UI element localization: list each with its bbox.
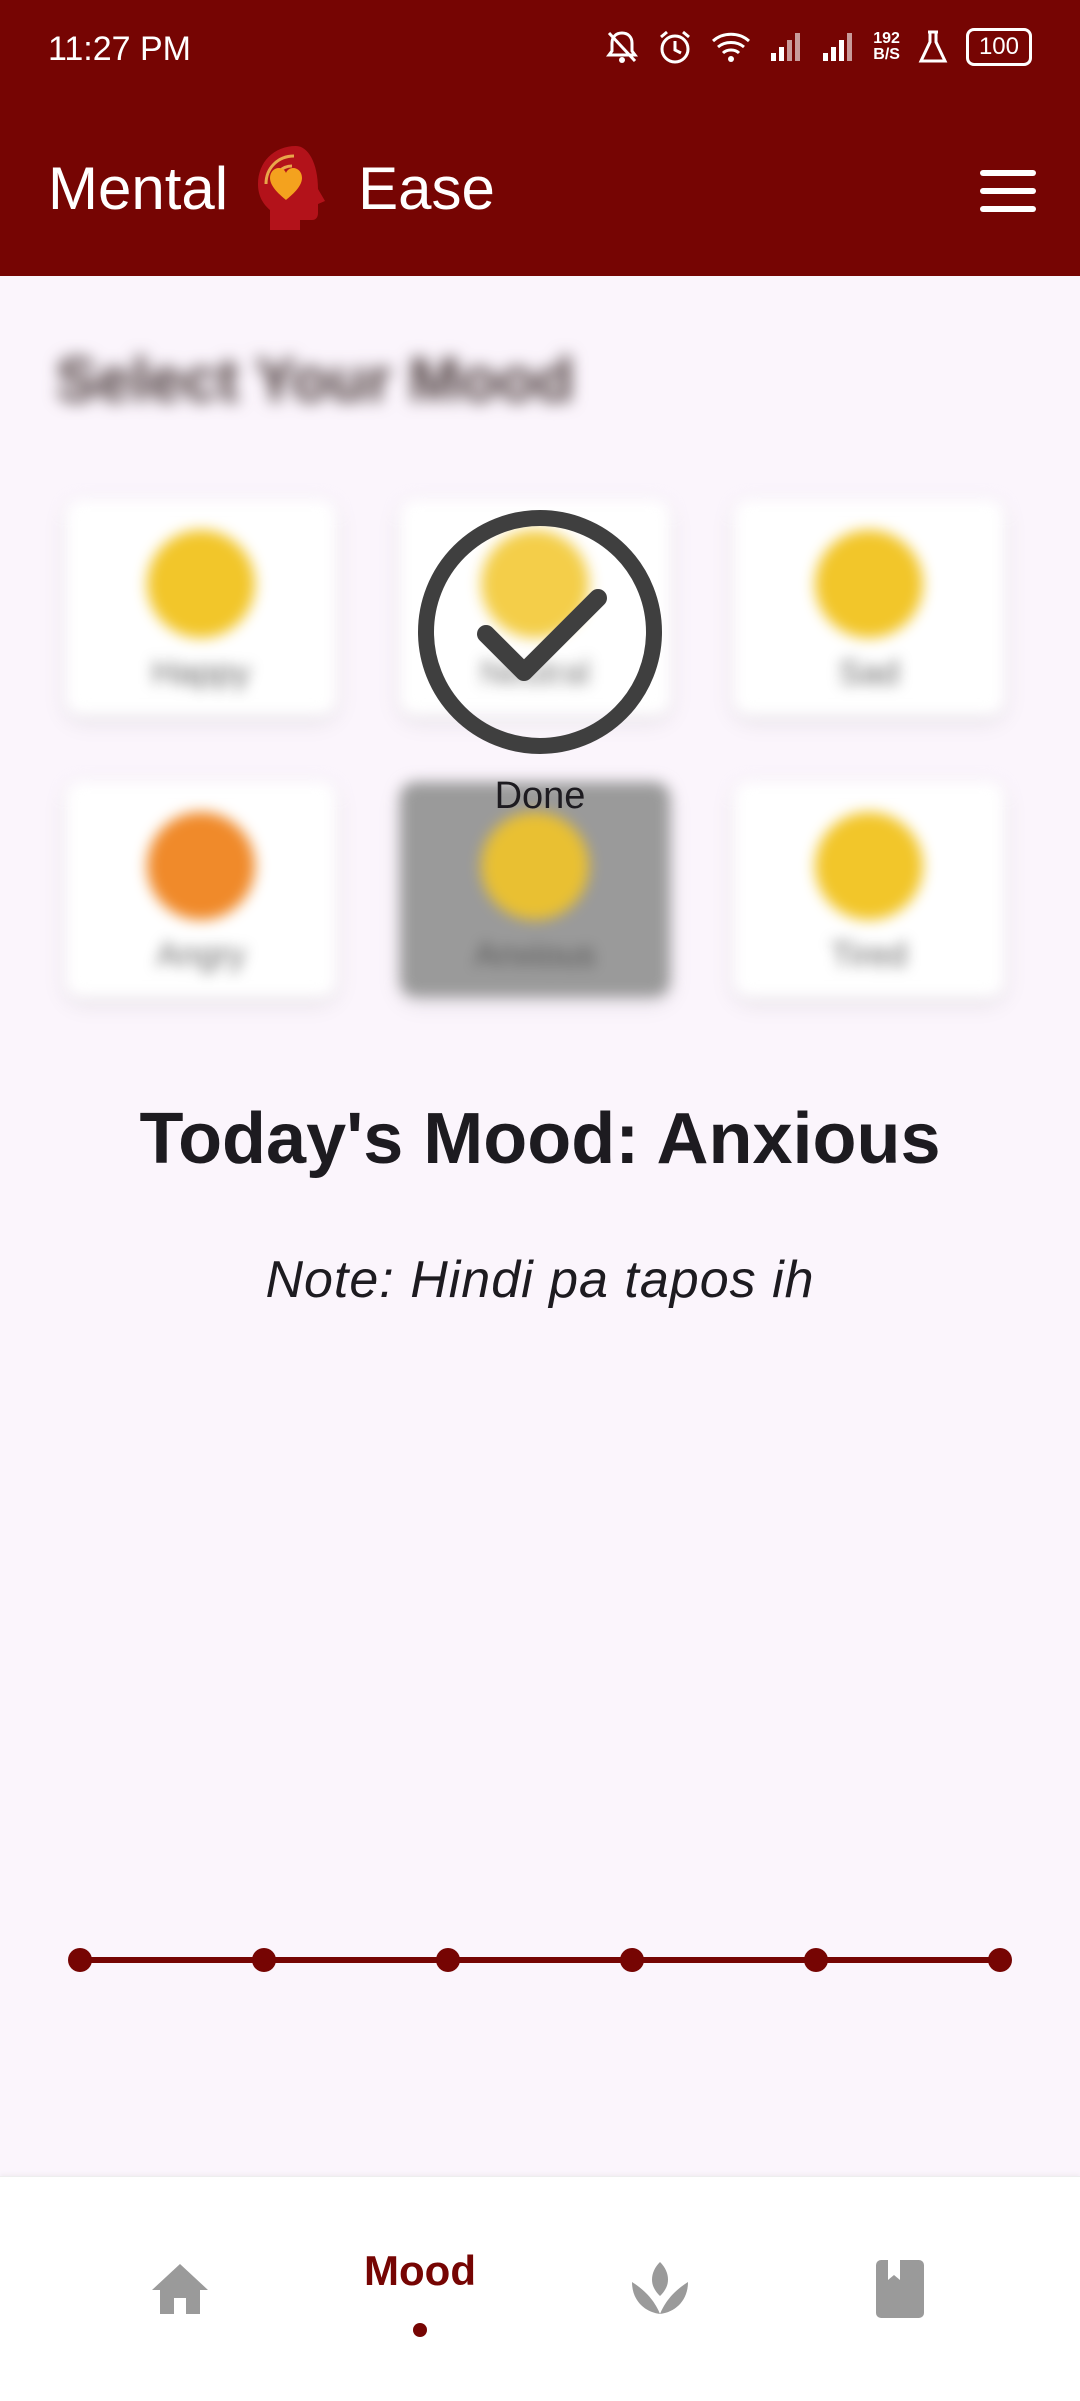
- mood-timeline: [60, 1940, 1020, 1980]
- mood-card-happy[interactable]: Happy: [66, 500, 336, 715]
- bell-off-icon: [606, 31, 639, 63]
- signal-icon: [771, 33, 801, 61]
- bottom-navigation: Mood: [0, 2176, 1080, 2401]
- status-time: 11:27 PM: [48, 30, 192, 68]
- nav-label-mood: Mood: [364, 2247, 476, 2294]
- timeline-point[interactable]: [804, 1948, 828, 1972]
- mood-label: Angry: [156, 936, 246, 974]
- timeline-point[interactable]: [620, 1948, 644, 1972]
- mood-note: Note: Hindi pa tapos ih: [265, 1251, 815, 1309]
- anxious-face-icon: [481, 812, 589, 920]
- menu-bar: [980, 170, 1036, 176]
- home-icon: [152, 2264, 208, 2314]
- book-icon: [876, 2260, 924, 2318]
- lotus-icon: [632, 2262, 688, 2314]
- tired-face-icon: [815, 812, 923, 920]
- active-indicator: [413, 2323, 427, 2337]
- mood-label: Tired: [830, 936, 908, 974]
- menu-bar: [980, 188, 1036, 194]
- angry-face-icon: [147, 812, 255, 920]
- nav-item-meditate[interactable]: [570, 2177, 750, 2401]
- speed-unit: B/S: [873, 46, 900, 63]
- flask-icon: [918, 30, 948, 63]
- timeline-point[interactable]: [988, 1948, 1012, 1972]
- signal-icon-2: [823, 33, 853, 61]
- timeline-point[interactable]: [68, 1948, 92, 1972]
- sad-face-icon: [815, 530, 923, 638]
- timeline-line: [80, 1957, 1000, 1963]
- nav-item-home[interactable]: [90, 2177, 270, 2401]
- brand-name-right: Ease: [358, 154, 495, 222]
- status-icons: 192 B/S 100: [605, 28, 1032, 66]
- done-label: Done: [494, 775, 586, 817]
- wifi-icon: [712, 32, 751, 62]
- done-overlay: Done: [414, 506, 666, 826]
- mood-card-sad[interactable]: Sad: [734, 500, 1004, 715]
- mood-card-angry[interactable]: Angry: [66, 782, 336, 997]
- mood-label: Sad: [838, 654, 900, 692]
- head-heart-logo-icon: [258, 146, 326, 230]
- select-mood-title: Select Your Mood: [56, 346, 574, 415]
- happy-face-icon: [147, 530, 255, 638]
- hamburger-menu-icon[interactable]: [980, 170, 1036, 212]
- timeline-point[interactable]: [436, 1948, 460, 1972]
- mood-card-tired[interactable]: Tired: [734, 782, 1004, 997]
- app-brand: Mental Ease: [48, 140, 495, 236]
- app-header: 11:27 PM 192 B/S 100 Mental Ease: [0, 0, 1080, 276]
- mood-label: Anxious: [474, 936, 596, 974]
- check-circle-icon: [418, 510, 662, 754]
- nav-item-journal[interactable]: [810, 2177, 990, 2401]
- todays-mood-heading: Today's Mood: Anxious: [139, 1099, 941, 1179]
- mood-label: Happy: [151, 654, 251, 692]
- brand-name-left: Mental: [48, 154, 229, 222]
- alarm-icon: [660, 30, 691, 64]
- timeline-point[interactable]: [252, 1948, 276, 1972]
- nav-item-mood[interactable]: Mood: [330, 2177, 510, 2401]
- menu-bar: [980, 206, 1036, 212]
- speed-value: 192: [873, 30, 900, 47]
- network-speed: 192 B/S: [873, 31, 900, 63]
- battery-indicator: 100: [965, 28, 1032, 66]
